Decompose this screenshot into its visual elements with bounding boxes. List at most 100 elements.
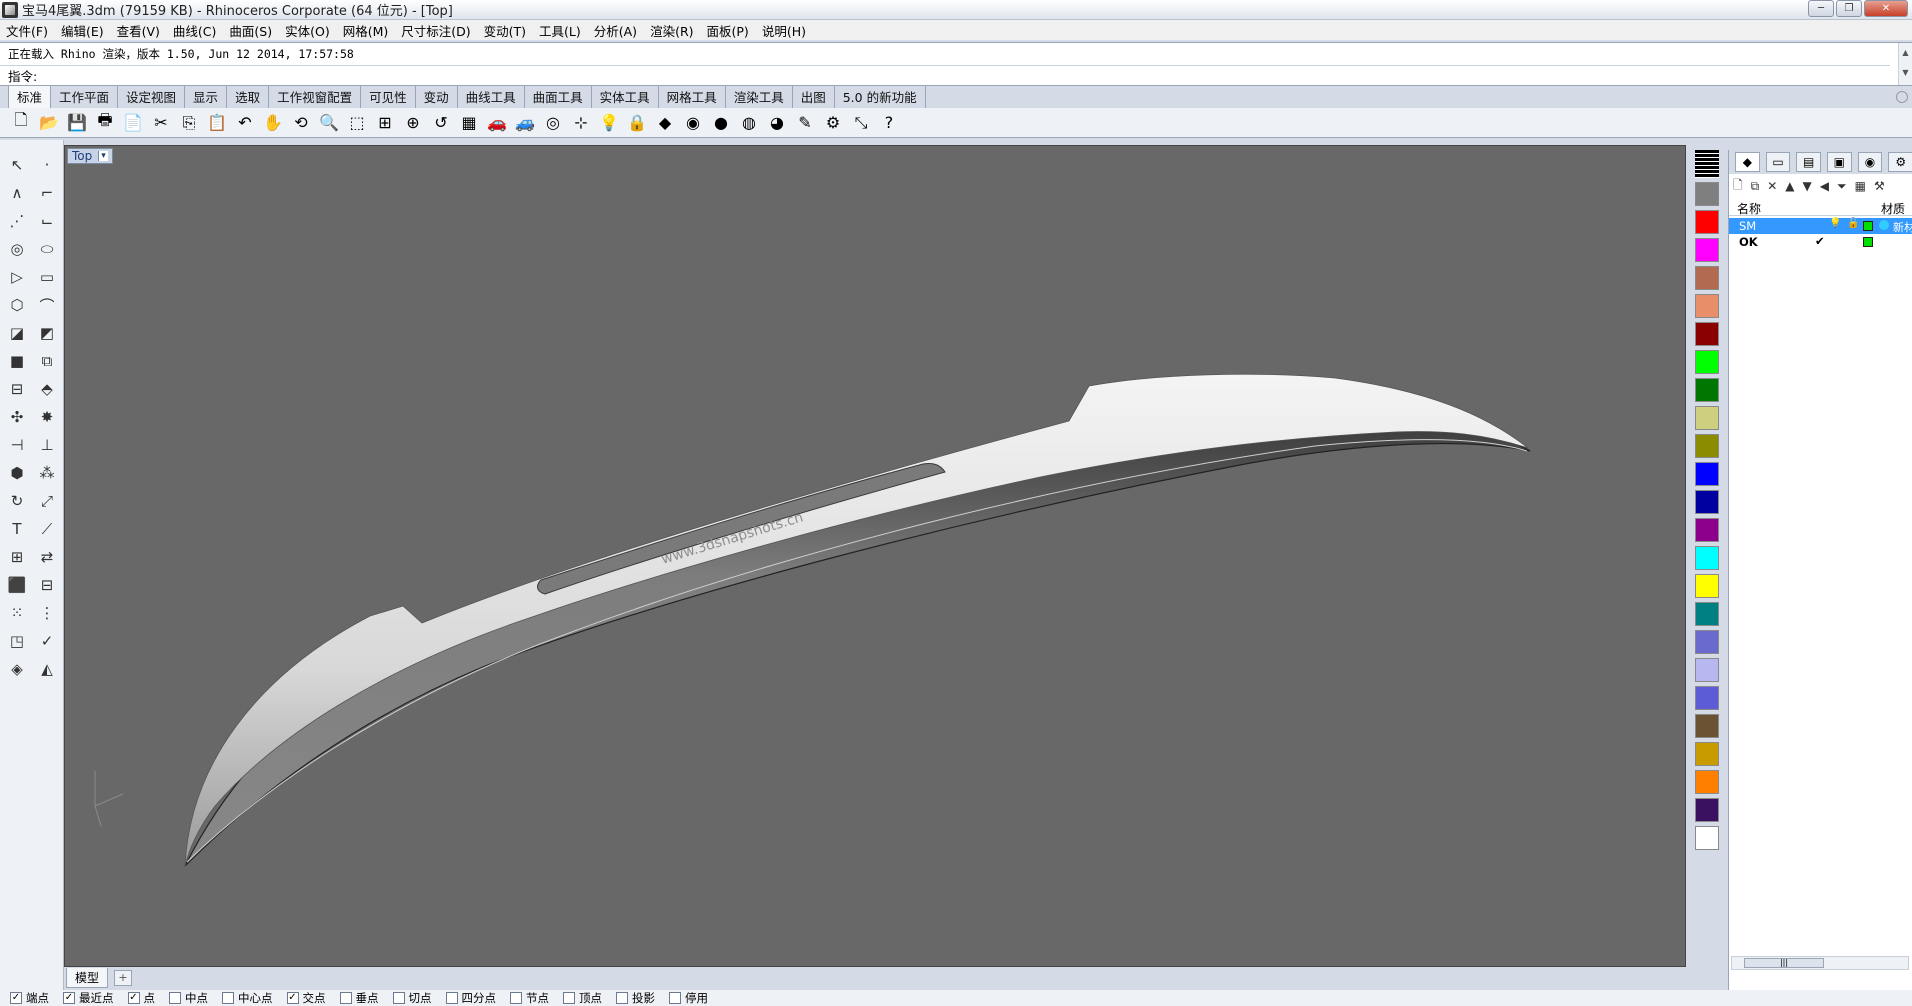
osnap-checkbox[interactable]: ✓ <box>63 992 75 1004</box>
tab-1[interactable]: 工作平面 <box>51 86 119 108</box>
top-viewport[interactable]: www.3dsnapshots.cn Top ▾ <box>64 145 1686 967</box>
menu-item-11[interactable]: 渲染(R) <box>650 21 693 40</box>
menu-item-9[interactable]: 工具(L) <box>539 21 581 40</box>
color-swatch-17[interactable] <box>1695 658 1719 682</box>
tab-model[interactable]: 模型 <box>66 968 109 988</box>
undo-view-icon[interactable]: ↺ <box>430 112 452 134</box>
osnap-checkbox[interactable]: ✓ <box>127 992 140 1004</box>
rotate-view-icon[interactable]: ⟲ <box>290 112 312 134</box>
print-icon[interactable]: 🖶 <box>94 110 116 134</box>
tab-10[interactable]: 实体工具 <box>592 86 659 108</box>
text-icon[interactable]: T <box>4 518 30 540</box>
color-swatch-19[interactable] <box>1695 714 1719 738</box>
color-swatch-11[interactable] <box>1695 490 1719 514</box>
curve-tools-icon[interactable]: ⋰ <box>4 210 30 232</box>
tab-11[interactable]: 网格工具 <box>659 86 726 108</box>
points-on-icon[interactable]: ⋮ <box>34 602 60 624</box>
color-swatch-13[interactable] <box>1695 546 1719 570</box>
paint-icon[interactable]: ◭ <box>34 658 60 680</box>
group-icon[interactable]: ⬢ <box>4 462 30 484</box>
osnap-checkbox[interactable] <box>339 992 352 1004</box>
materials-tab-icon[interactable]: ◉ <box>1857 152 1883 172</box>
lock-icon[interactable]: 🔒 <box>626 112 648 134</box>
osnap-4[interactable]: 中心点 <box>222 990 273 1006</box>
move-down-icon[interactable]: ▼ <box>1803 179 1812 193</box>
menu-item-10[interactable]: 分析(A) <box>594 21 637 40</box>
fillet-curve-icon[interactable]: ⌒ <box>34 294 60 316</box>
osnap-0[interactable]: ✓ 端点 <box>10 990 49 1006</box>
cylinder-icon[interactable]: ⊟ <box>4 378 30 400</box>
color-swatch-23[interactable] <box>1695 826 1719 850</box>
tab-settings-icon[interactable] <box>1896 91 1908 103</box>
osnap-checkbox[interactable] <box>510 992 522 1004</box>
layer-icon[interactable]: ◆ <box>654 112 676 134</box>
tab-5[interactable]: 工作视窗配置 <box>269 86 362 108</box>
osnap-checkbox[interactable] <box>669 992 681 1004</box>
render-tab-icon[interactable]: ▣ <box>1827 152 1852 172</box>
color-swatch-21[interactable] <box>1695 770 1719 794</box>
layers-tab-icon[interactable]: ◆ <box>1735 152 1760 172</box>
mirror-icon[interactable]: ⇄ <box>34 546 60 568</box>
check-icon[interactable]: ✓ <box>34 630 60 652</box>
command-input[interactable] <box>41 68 1742 83</box>
tab-12[interactable]: 渲染工具 <box>726 86 793 108</box>
layer-color-icon[interactable] <box>1863 221 1873 231</box>
tab-7[interactable]: 变动 <box>416 86 458 108</box>
environment-sphere-icon[interactable]: ◕ <box>766 112 788 134</box>
dimension-icon[interactable]: ⤡ <box>850 112 872 134</box>
move-left-icon[interactable]: ◀ <box>1820 179 1829 193</box>
osnap-checkbox[interactable] <box>222 992 234 1004</box>
ellipse-icon[interactable]: ⬭ <box>34 238 60 260</box>
car-icon[interactable]: 🚗 <box>486 112 508 134</box>
surface-edit-icon[interactable]: ◪ <box>4 322 30 344</box>
layer-tools-icon[interactable]: ⚒ <box>1874 179 1885 193</box>
zoom-extents-icon[interactable]: ⊞ <box>374 112 396 134</box>
color-swatch-6[interactable] <box>1695 350 1719 374</box>
color-swatch-20[interactable] <box>1695 742 1719 766</box>
new-file-icon[interactable]: 🗋 <box>10 110 32 134</box>
scale-icon[interactable]: ⤢ <box>34 490 60 512</box>
menu-item-0[interactable]: 文件(F) <box>6 21 48 40</box>
color-wheel-icon[interactable]: ◉ <box>682 112 704 134</box>
osnap-8[interactable]: 四分点 <box>445 990 496 1006</box>
layer-material-header[interactable]: 材质 <box>1881 200 1905 217</box>
command-scrollbar[interactable]: ▲ ▼ <box>1898 43 1912 85</box>
help-icon[interactable]: ? <box>878 112 900 134</box>
maximize-button[interactable]: ❐ <box>1836 0 1862 17</box>
new-layer-icon[interactable]: 🗋 <box>1733 176 1743 197</box>
color-swatch-4[interactable] <box>1695 294 1719 318</box>
rectangle-icon[interactable]: ▭ <box>34 266 60 288</box>
select-points-icon[interactable]: ⊹ <box>570 112 592 134</box>
render-car-icon[interactable]: 🚙 <box>514 112 536 134</box>
close-button[interactable]: ✕ <box>1864 0 1908 17</box>
osnap-checkbox[interactable]: ✓ <box>10 992 22 1004</box>
color-swatch-16[interactable] <box>1695 630 1719 654</box>
menu-item-7[interactable]: 尺寸标注(D) <box>401 21 470 40</box>
light-bulb-icon[interactable]: 💡 <box>598 112 620 134</box>
osnap-checkbox[interactable]: ✓ <box>286 992 299 1004</box>
menu-item-2[interactable]: 查看(V) <box>117 21 160 40</box>
undo-icon[interactable]: ↶ <box>234 112 256 134</box>
split-icon[interactable]: ⊥ <box>34 434 60 456</box>
tab-8[interactable]: 曲线工具 <box>458 86 525 108</box>
boolean-icon[interactable]: ⧉ <box>34 350 60 372</box>
layer-name-header[interactable]: 名称 <box>1737 200 1761 217</box>
tab-2[interactable]: 设定视图 <box>118 86 186 108</box>
render-sphere-icon[interactable]: ● <box>710 112 732 134</box>
open-file-icon[interactable]: 📂 <box>38 112 60 134</box>
zoom-selected-icon[interactable]: ⊕ <box>402 112 424 134</box>
viewport-title[interactable]: Top ▾ <box>67 148 113 164</box>
viewport-menu-arrow-icon[interactable]: ▾ <box>98 151 108 161</box>
material-sphere-icon[interactable] <box>1879 220 1889 230</box>
osnap-10[interactable]: 顶点 <box>563 990 602 1006</box>
pan-icon[interactable]: ✋ <box>262 112 284 134</box>
osnap-3[interactable]: 中点 <box>169 990 208 1006</box>
text-object-icon[interactable]: ⬡ <box>4 294 30 316</box>
array-icon[interactable]: ⊞ <box>4 546 30 568</box>
zoom-window-icon[interactable]: ⬚ <box>346 112 368 134</box>
circle-icon[interactable]: ◎ <box>4 238 30 260</box>
dimension-tool-icon[interactable]: ⟋ <box>34 518 60 540</box>
color-swatch-5[interactable] <box>1695 322 1719 346</box>
osnap-checkbox[interactable] <box>445 992 458 1004</box>
color-swatch-2[interactable] <box>1695 238 1719 262</box>
